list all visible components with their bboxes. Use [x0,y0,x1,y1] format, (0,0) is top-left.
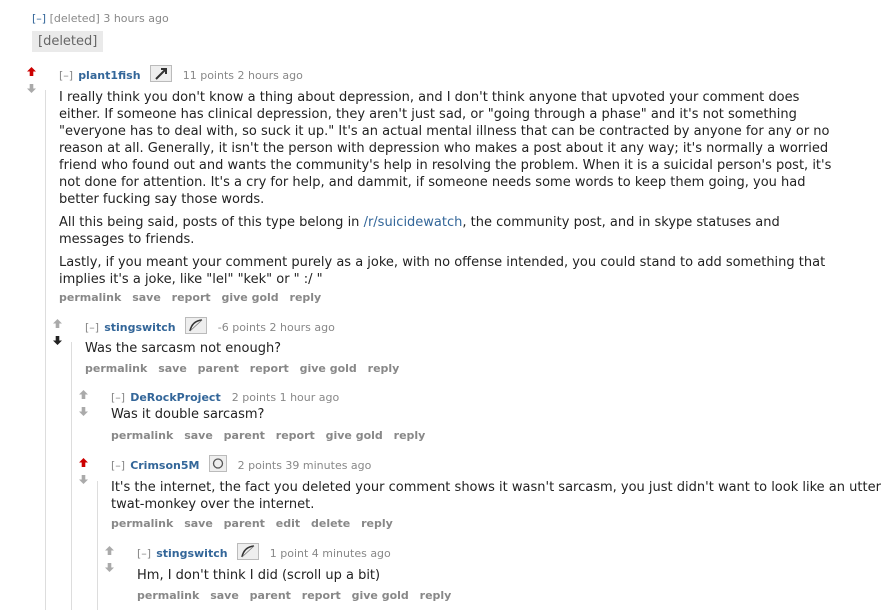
comment-tagline: [–] DeRockProject 2 points 1 hour ago [111,386,339,405]
deleted-comment-tagline: [–] [deleted] 3 hours ago [32,12,169,25]
report-button[interactable]: report [302,589,341,602]
downvote-arrow-icon[interactable] [79,475,88,484]
collapse-toggle[interactable]: [–] [32,12,46,25]
reply-button[interactable]: reply [361,517,393,530]
bow-icon [184,317,207,334]
give-gold-button[interactable]: give gold [300,362,357,375]
upvote-arrow-icon[interactable] [79,390,88,399]
report-button[interactable]: report [276,429,315,442]
permalink-button[interactable]: permalink [111,517,173,530]
collapse-toggle[interactable]: [–] [111,459,125,472]
comment-body: Was it double sarcasm? [111,406,264,429]
comment-body: It's the internet, the fact you deleted … [111,479,881,519]
permalink-button[interactable]: permalink [59,291,121,304]
upvote-arrow-icon[interactable] [105,546,114,555]
comment-score-time: 2 points 1 hour ago [231,391,340,404]
comment-thread-line [45,90,46,610]
permalink-button[interactable]: permalink [111,429,173,442]
comment-tagline: [–] Crimson5M 2 points 39 minutes ago [111,454,371,473]
comment-score-time: 1 point 4 minutes ago [269,547,391,560]
comment-paragraph: It's the internet, the fact you deleted … [111,480,881,512]
downvote-arrow-icon[interactable] [27,84,36,93]
bow-icon [236,543,259,560]
comment-buttons: permalink save report give gold reply [59,291,328,304]
comment-author[interactable]: stingswitch [104,321,175,334]
comment-author[interactable]: plant1fish [78,69,140,82]
comment-tagline: [–] plant1fish 11 points 2 hours ago [59,64,303,83]
downvote-arrow-icon[interactable] [53,336,62,345]
parent-button[interactable]: parent [224,517,265,530]
deleted-comment-body: [deleted] [32,30,104,52]
comment-tagline: [–] stingswitch 1 point 4 minutes ago [137,542,391,561]
save-button[interactable]: save [132,291,161,304]
upvote-arrow-icon[interactable] [27,67,36,76]
upvote-arrow-icon[interactable] [53,319,62,328]
collapse-toggle[interactable]: [–] [85,321,99,334]
comment-body: Was the sarcasm not enough? [85,340,281,363]
delete-button[interactable]: delete [311,517,350,530]
save-button[interactable]: save [210,589,239,602]
comment-author[interactable]: stingswitch [156,547,227,560]
text: All this being said, posts of this type … [59,215,364,230]
edit-button[interactable]: edit [276,517,300,530]
reply-button[interactable]: reply [420,589,452,602]
comment-buttons: permalink save parent report give gold r… [85,362,406,375]
reply-button[interactable]: reply [290,291,322,304]
upvote-arrow-icon[interactable] [79,458,88,467]
pickaxe-icon [149,65,172,82]
downvote-arrow-icon[interactable] [79,407,88,416]
deleted-body-text: [deleted] [32,31,104,52]
report-button[interactable]: report [250,362,289,375]
comment-paragraph: All this being said, posts of this type … [59,214,839,248]
report-button[interactable]: report [172,291,211,304]
give-gold-button[interactable]: give gold [221,291,278,304]
permalink-button[interactable]: permalink [137,589,199,602]
comment-score-time: 2 points 39 minutes ago [237,459,372,472]
comment-thread-line [71,342,72,610]
save-button[interactable]: save [158,362,187,375]
save-button[interactable]: save [184,429,213,442]
deleted-author: [deleted] [49,12,100,25]
comment-paragraph: Hm, I don't think I did (scroll up a bit… [137,568,381,583]
reply-button[interactable]: reply [394,429,426,442]
comment-tagline: [–] stingswitch -6 points 2 hours ago [85,316,335,335]
give-gold-button[interactable]: give gold [352,589,409,602]
comment-score-time: -6 points 2 hours ago [217,321,335,334]
save-button[interactable]: save [184,517,213,530]
deleted-time: 3 hours ago [103,12,169,25]
give-gold-button[interactable]: give gold [326,429,383,442]
comment-body: Hm, I don't think I did (scroll up a bit… [137,567,380,590]
downvote-arrow-icon[interactable] [105,563,114,572]
reply-button[interactable]: reply [368,362,400,375]
subreddit-link[interactable]: /r/suicidewatch [364,215,463,230]
parent-button[interactable]: parent [250,589,291,602]
comment-buttons: permalink save parent report give gold r… [111,429,432,442]
comment-buttons: permalink save parent edit delete reply [111,517,400,530]
parent-button[interactable]: parent [198,362,239,375]
collapse-toggle[interactable]: [–] [111,391,125,404]
comment-author[interactable]: Crimson5M [130,459,199,472]
permalink-button[interactable]: permalink [85,362,147,375]
comment-paragraph: Lastly, if you meant your comment purely… [59,255,826,287]
comment-author[interactable]: DeRockProject [130,391,221,404]
comment-score-time: 11 points 2 hours ago [182,69,303,82]
ring-icon [208,455,227,472]
collapse-toggle[interactable]: [–] [137,547,151,560]
parent-button[interactable]: parent [224,429,265,442]
comment-body: I really think you don't know a thing ab… [59,89,839,294]
collapse-toggle[interactable]: [–] [59,69,73,82]
comment-paragraph: Was the sarcasm not enough? [85,341,282,356]
comment-buttons: permalink save parent report give gold r… [137,589,458,602]
comment-thread-line [97,481,98,610]
comment-paragraph: Was it double sarcasm? [111,407,265,422]
comment-paragraph: I really think you don't know a thing ab… [59,90,832,207]
